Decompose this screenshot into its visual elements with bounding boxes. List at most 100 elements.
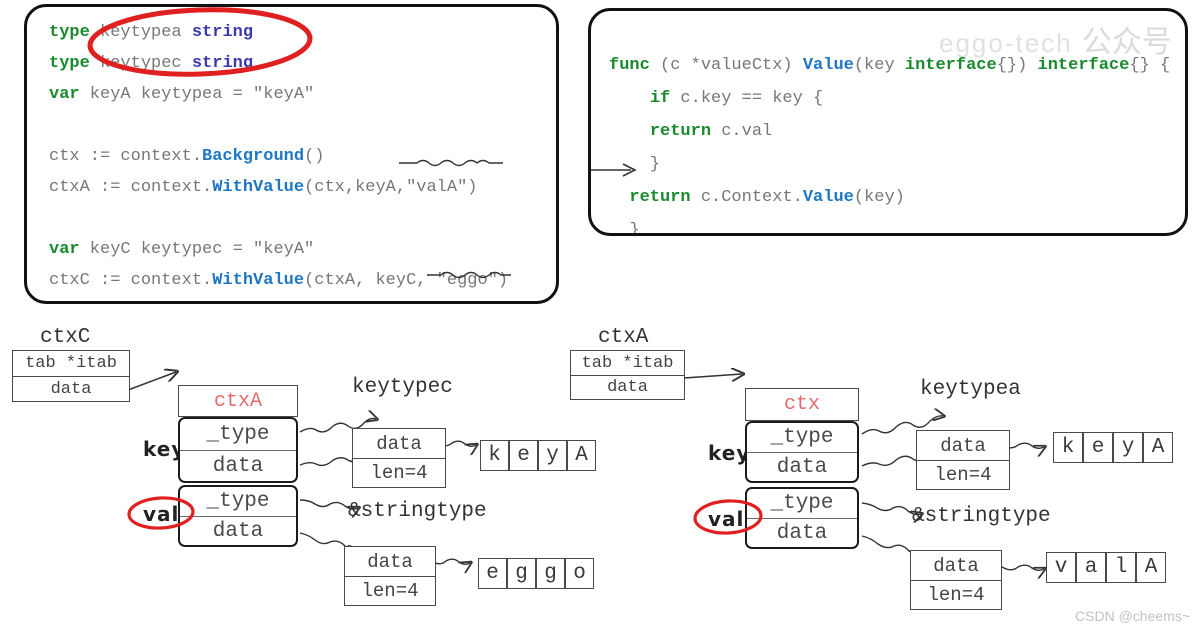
code-token: ctxA := context. (49, 178, 213, 197)
right-iface-row-0: tab *itab (581, 353, 674, 373)
diagram-canvas: type keytypea string type keytypec string… (0, 0, 1200, 630)
right-string-chars-bottom: valA (1046, 552, 1166, 583)
string-char-cell: k (480, 440, 509, 471)
code-token: c.val (711, 122, 773, 141)
right-string-chars-top: keyA (1053, 432, 1173, 463)
code-token: () (304, 147, 325, 166)
right-strtop-row-1: len=4 (917, 460, 1009, 489)
left-string-chars-bottom: eggo (478, 558, 594, 589)
string-char-cell: l (1106, 552, 1136, 583)
left-strbot-row-1: len=4 (345, 576, 435, 605)
left-ctx-header: ctxA (178, 385, 298, 417)
string-char-cell: y (538, 440, 567, 471)
right-string-header-top: data len=4 (916, 430, 1010, 490)
left-key-row-1: data (180, 450, 296, 481)
string-char-cell: v (1046, 552, 1076, 583)
left-key-row-0: _type (206, 423, 270, 446)
code-token: {} { (1129, 56, 1171, 75)
code-line: return c.val (609, 115, 1170, 148)
left-string-header-top: data len=4 (352, 428, 446, 488)
right-diagram-title: ctxA (598, 326, 649, 349)
left-stringtype-label: &stringtype (348, 500, 487, 523)
code-token: return (649, 122, 712, 141)
left-key-struct-box: _typedata (178, 417, 298, 483)
code-line: ctxA := context.WithValue(ctx,keyA,"valA… (49, 172, 508, 203)
string-char-cell: e (1083, 432, 1113, 463)
squiggle-underline-value (427, 269, 511, 279)
right-string-header-bottom: data len=4 (910, 550, 1002, 610)
code-token: } (609, 221, 640, 236)
string-char-cell: y (1113, 432, 1143, 463)
red-highlight-ellipse-val-right (692, 498, 764, 536)
code-token: var (49, 240, 80, 259)
csdn-watermark: CSDN @cheems~ (1075, 608, 1190, 624)
code-line: func (c *valueCtx) Value(key interface{}… (609, 49, 1170, 82)
string-char-cell: A (567, 440, 596, 471)
left-string-header-bottom: data len=4 (344, 546, 436, 606)
code-right-text: func (c *valueCtx) Value(key interface{}… (609, 49, 1170, 236)
code-panel-right: eggo-tech 公众号 func (c *valueCtx) Value(k… (588, 8, 1188, 236)
code-token: WithValue (212, 271, 305, 290)
code-token: if (649, 89, 671, 108)
string-char-cell: g (507, 558, 536, 589)
right-keytype-label: keytypea (920, 378, 1021, 401)
left-interface-box: tab *itab data (12, 350, 130, 402)
code-token: WithValue (212, 178, 305, 197)
code-token: interface (904, 56, 997, 75)
code-token: interface (1037, 56, 1130, 75)
code-token: type (49, 23, 90, 42)
code-token: Value (802, 56, 854, 75)
string-char-cell: e (509, 440, 538, 471)
string-char-cell: A (1143, 432, 1173, 463)
left-strbot-row-0: data (367, 550, 413, 573)
code-line: return c.Context.Value(key) (609, 181, 1170, 214)
code-token: (key (853, 56, 905, 75)
squiggle-underline-vala (399, 157, 503, 167)
left-val-row-1: data (180, 516, 296, 545)
string-char-cell: A (1136, 552, 1166, 583)
right-key-struct-box: _type data (745, 421, 859, 483)
code-token: keyA keytypea = "keyA" (79, 85, 315, 104)
code-line: if c.key == key { (609, 82, 1170, 115)
left-keytype-label: keytypec (352, 376, 453, 399)
left-iface-row-0: tab *itab (25, 354, 117, 373)
code-token: ctxC := context. (49, 271, 213, 290)
right-ctx-header: ctx (745, 388, 859, 421)
string-char-cell: e (478, 558, 507, 589)
right-key-row-0: _type (770, 426, 834, 449)
code-line: } (609, 214, 1170, 236)
right-iface-row-1: data (571, 375, 684, 399)
code-token: Value (802, 188, 854, 207)
left-strtop-row-1: len=4 (353, 458, 445, 487)
left-strtop-row-0: data (376, 432, 422, 455)
code-token: type (49, 54, 90, 73)
code-token: return (629, 188, 691, 207)
string-char-cell: o (565, 558, 594, 589)
code-token: (c *valueCtx) (649, 56, 803, 75)
code-token: var (49, 85, 80, 104)
code-token: ctx := context. (49, 147, 203, 166)
code-token: keyC keytypec = "keyA" (79, 240, 315, 259)
right-strbot-row-1: len=4 (911, 580, 1001, 609)
code-line: var keyA keytypea = "keyA" (49, 79, 508, 110)
right-strbot-row-0: data (933, 554, 979, 577)
right-strtop-row-0: data (940, 434, 986, 457)
code-token: {}) (996, 56, 1038, 75)
string-char-cell: k (1053, 432, 1083, 463)
code-token: c.key == key { (670, 89, 824, 108)
left-iface-row-1: data (13, 376, 129, 401)
string-char-cell: g (536, 558, 565, 589)
left-val-struct-box: _type data (178, 485, 298, 547)
code-token: (ctx,keyA,"valA") (304, 178, 478, 197)
right-stringtype-label: &stringtype (912, 505, 1051, 528)
code-token: func (609, 56, 650, 75)
right-interface-box: tab *itab data (570, 350, 685, 400)
code-token: (key) (853, 188, 905, 207)
string-char-cell: a (1076, 552, 1106, 583)
